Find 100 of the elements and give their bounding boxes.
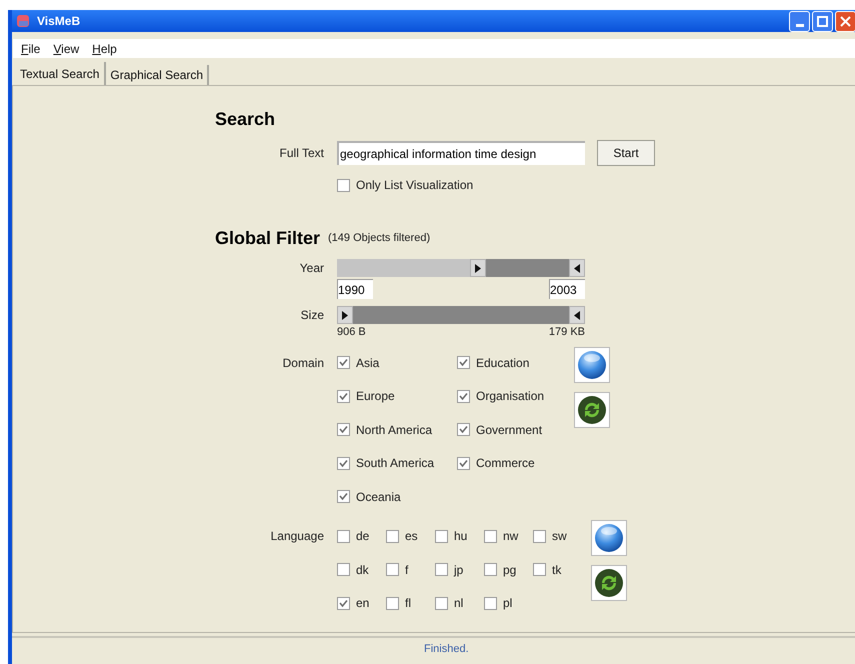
checkbox[interactable] [337, 356, 350, 370]
close-icon [840, 16, 851, 26]
check-icon [339, 458, 348, 468]
checkbox-label: f [405, 562, 408, 579]
app-icon [15, 13, 31, 29]
left-triangle-icon [574, 264, 580, 272]
check-icon [339, 425, 348, 434]
globe-icon [594, 522, 624, 552]
close-button[interactable] [835, 10, 855, 32]
checkbox[interactable] [337, 596, 350, 610]
check-icon [339, 598, 348, 608]
check-icon [339, 492, 348, 502]
filter-count: (149 Objects filtered) [328, 230, 430, 246]
checkbox[interactable] [484, 563, 497, 576]
checkbox[interactable] [337, 423, 350, 436]
search-field[interactable]: geographical information time design [337, 141, 585, 165]
check-icon [339, 358, 348, 368]
window-title: VisMeB [37, 13, 80, 30]
slider-thumb[interactable] [569, 306, 585, 324]
slider-max-label: 179 KB [548, 326, 585, 339]
checkbox-label: North America [356, 422, 432, 439]
field-label: Domain [282, 354, 324, 372]
slider-thumb[interactable] [337, 306, 353, 324]
refresh-button[interactable] [574, 392, 610, 428]
section-heading: Global Filter [215, 227, 320, 249]
check-icon [459, 358, 468, 368]
checkbox[interactable] [337, 178, 350, 192]
year-from-field[interactable]: 1990 [337, 279, 373, 299]
checkbox-label: en [356, 595, 370, 612]
checkbox[interactable] [435, 563, 448, 576]
checkbox-label: nw [503, 528, 518, 546]
checkbox-label: de [356, 528, 370, 546]
checkbox-label: es [405, 528, 418, 546]
check-icon [459, 392, 468, 401]
checkbox[interactable] [457, 356, 470, 370]
checkbox-label: Europe [356, 388, 395, 406]
checkbox[interactable] [457, 456, 470, 470]
checkbox-label: pl [503, 595, 512, 612]
check-icon [339, 392, 348, 401]
refresh-button[interactable] [591, 564, 627, 600]
status-text: Finished. [424, 642, 469, 657]
checkbox[interactable] [435, 596, 448, 610]
field-label: Year [298, 260, 324, 277]
check-icon [459, 425, 468, 434]
checkbox[interactable] [484, 596, 497, 610]
checkbox-label: nl [454, 595, 464, 612]
checkbox-label: Asia [356, 354, 380, 372]
field-label: Size [300, 307, 324, 324]
checkbox-label: Only List Visualization [356, 177, 474, 194]
refresh-icon [594, 568, 624, 598]
menu-item[interactable]: Help [87, 40, 122, 58]
checkbox[interactable] [337, 490, 350, 504]
minimize-button[interactable] [789, 10, 810, 32]
checkbox-label: Organisation [476, 388, 544, 406]
checkbox-label: South America [356, 455, 434, 472]
globe-button[interactable] [574, 347, 610, 383]
checkbox-label: sw [552, 528, 567, 546]
checkbox[interactable] [337, 530, 350, 543]
checkbox-label: hu [454, 528, 468, 546]
check-icon [459, 458, 468, 468]
start-button[interactable]: Start [597, 140, 655, 166]
checkbox[interactable] [386, 596, 399, 610]
checkbox[interactable] [533, 530, 546, 543]
checkbox-label: dk [356, 562, 369, 579]
checkbox[interactable] [386, 530, 399, 543]
slider-thumb[interactable] [569, 259, 585, 277]
checkbox-label: Commerce [476, 455, 535, 472]
checkbox-label: Oceania [356, 488, 401, 506]
left-triangle-icon [574, 310, 580, 320]
slider-thumb[interactable] [470, 259, 486, 277]
checkbox-label: Government [476, 422, 542, 439]
maximize-icon [817, 16, 828, 26]
checkbox-label: Education [476, 354, 530, 372]
range-slider[interactable] [337, 306, 585, 324]
right-triangle-icon [475, 264, 482, 272]
range-slider[interactable] [337, 259, 585, 277]
checkbox[interactable] [533, 563, 546, 576]
checkbox-label: pg [503, 562, 516, 579]
menu-item[interactable]: View [48, 40, 84, 58]
maximize-button[interactable] [812, 10, 833, 32]
checkbox[interactable] [435, 530, 448, 543]
checkbox[interactable] [457, 423, 470, 436]
minimize-icon [796, 24, 804, 26]
right-triangle-icon [342, 310, 348, 320]
checkbox[interactable] [337, 456, 350, 470]
checkbox[interactable] [337, 563, 350, 576]
checkbox-label: tk [552, 562, 562, 579]
checkbox[interactable] [457, 390, 470, 403]
field-label: Language [270, 528, 324, 546]
field-label: Full Text [278, 145, 324, 162]
checkbox[interactable] [337, 390, 350, 403]
menu-item[interactable]: File [16, 40, 46, 58]
checkbox[interactable] [386, 563, 399, 576]
checkbox-label: jp [454, 562, 464, 579]
globe-button[interactable] [591, 520, 627, 556]
section-heading: Search [215, 108, 276, 130]
year-to-field[interactable]: 2003 [549, 279, 585, 299]
refresh-icon [577, 395, 607, 425]
slider-min-label: 906 B [337, 326, 366, 339]
checkbox[interactable] [484, 530, 497, 543]
